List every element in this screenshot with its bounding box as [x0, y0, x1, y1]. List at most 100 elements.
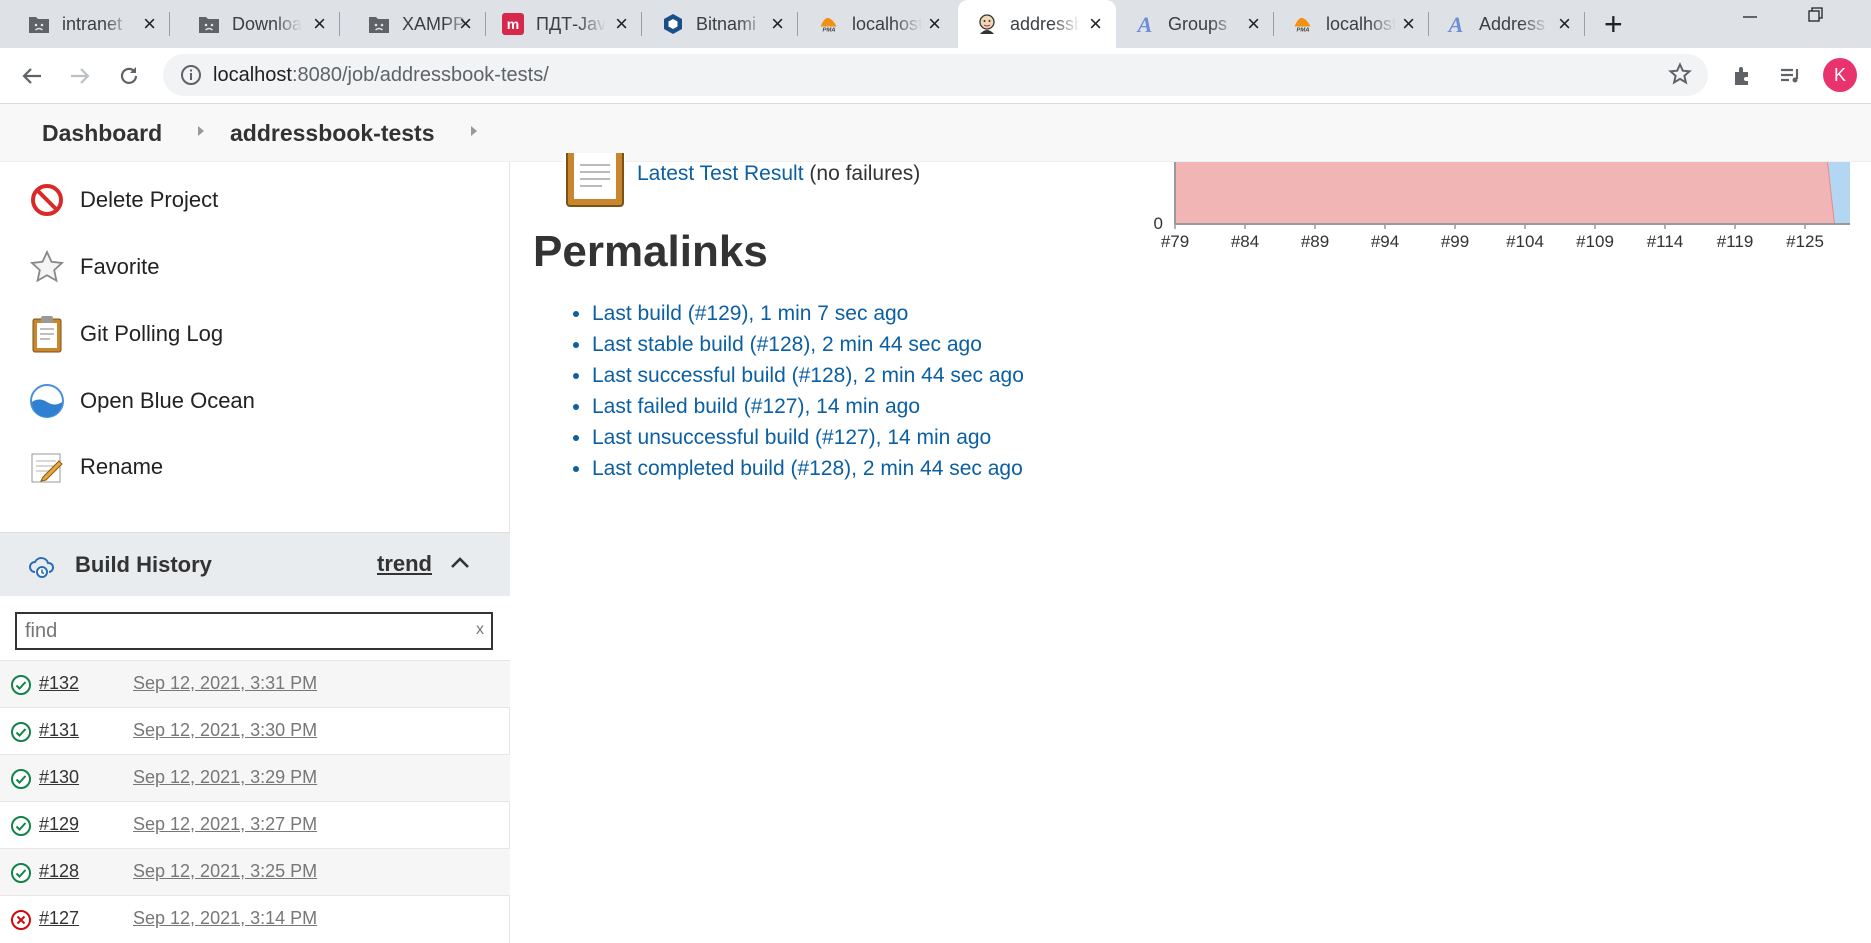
url-text: localhost:8080/job/addressbook-tests/	[213, 64, 549, 86]
task-open-blue-ocean[interactable]: Open Blue Ocean	[28, 381, 255, 421]
list-item: Last stable build (#128), 2 min 44 sec a…	[592, 329, 1024, 360]
browser-tab[interactable]: m ПДТ-Java ×	[486, 0, 642, 48]
build-date-link[interactable]: Sep 12, 2021, 3:27 PM	[133, 814, 317, 835]
find-input[interactable]	[17, 614, 457, 648]
close-tab-icon[interactable]: ×	[928, 13, 941, 35]
clipboard-icon	[563, 142, 625, 213]
clear-search-icon[interactable]: x	[476, 621, 484, 639]
table-row: #130 Sep 12, 2021, 3:29 PM	[0, 754, 510, 801]
close-tab-icon[interactable]: ×	[771, 13, 784, 35]
permalink-last-failed[interactable]: Last failed build (#127), 14 min ago	[592, 395, 920, 418]
list-item: Last unsuccessful build (#127), 14 min a…	[592, 422, 1024, 453]
table-row: #131 Sep 12, 2021, 3:30 PM	[0, 707, 510, 754]
latest-test-result: Latest Test Result (no failures)	[637, 162, 920, 186]
forward-arrow-icon[interactable]	[64, 60, 96, 92]
x-tick-label: #109	[1576, 232, 1614, 251]
build-number-link[interactable]: #132	[39, 673, 79, 694]
permalink-last-stable[interactable]: Last stable build (#128), 2 min 44 sec a…	[592, 333, 982, 356]
mantis-icon: m	[502, 13, 524, 35]
close-tab-icon[interactable]: ×	[1558, 13, 1571, 35]
browser-tab[interactable]: PMA localhost ×	[798, 0, 955, 48]
folder-sad-icon	[368, 13, 390, 35]
permalinks-list: Last build (#129), 1 min 7 sec ago Last …	[592, 298, 1024, 484]
browser-tab[interactable]: PMA localhost ×	[1274, 0, 1429, 48]
close-tab-icon[interactable]: ×	[313, 13, 326, 35]
task-delete-project[interactable]: Delete Project	[28, 180, 218, 220]
task-git-polling-log[interactable]: Git Polling Log	[28, 314, 223, 354]
close-tab-icon[interactable]: ×	[143, 13, 156, 35]
permalink-last-completed[interactable]: Last completed build (#128), 2 min 44 se…	[592, 457, 1023, 480]
extensions-puzzle-icon[interactable]	[1727, 60, 1759, 92]
close-tab-icon[interactable]: ×	[1247, 13, 1260, 35]
minimize-icon[interactable]	[1742, 6, 1758, 29]
breadcrumb-arrow-icon[interactable]	[471, 126, 477, 136]
new-tab-plus-icon[interactable]: +	[1604, 6, 1623, 43]
permalink-last-build[interactable]: Last build (#129), 1 min 7 sec ago	[592, 302, 908, 325]
build-number-link[interactable]: #131	[39, 720, 79, 741]
x-tick-label: #104	[1506, 232, 1544, 251]
info-icon[interactable]	[180, 64, 202, 91]
task-favorite[interactable]: Favorite	[28, 247, 159, 287]
a-icon: A	[1134, 13, 1156, 35]
build-date-link[interactable]: Sep 12, 2021, 3:31 PM	[133, 673, 317, 694]
x-tick-label: #119	[1717, 232, 1754, 251]
x-tick-label: #84	[1231, 232, 1259, 251]
build-number-link[interactable]: #129	[39, 814, 79, 835]
browser-tab[interactable]: Downloads ×	[170, 0, 340, 48]
reload-icon[interactable]	[113, 60, 145, 92]
blue-ocean-icon	[28, 382, 66, 420]
tab-title: ПДТ-Java	[536, 13, 606, 34]
browser-tab-active[interactable]: addressbook ×	[958, 0, 1116, 48]
browser-tab[interactable]: Bitnami ×	[642, 0, 798, 48]
bookmark-star-icon[interactable]	[1668, 62, 1692, 91]
close-tab-icon[interactable]: ×	[615, 13, 628, 35]
browser-tab[interactable]: intranet ×	[0, 0, 170, 48]
x-tick-label: #79	[1161, 232, 1189, 251]
success-check-icon	[10, 768, 32, 795]
build-number-link[interactable]: #128	[39, 861, 79, 882]
build-date-link[interactable]: Sep 12, 2021, 3:25 PM	[133, 861, 317, 882]
chevron-up-icon[interactable]	[450, 555, 470, 574]
breadcrumb-arrow-icon[interactable]	[198, 126, 204, 136]
restore-icon[interactable]	[1808, 6, 1824, 29]
list-item: Last successful build (#128), 2 min 44 s…	[592, 360, 1024, 391]
build-number-link[interactable]: #127	[39, 908, 79, 929]
tab-title: Bitnami	[696, 13, 757, 34]
pma-icon: PMA	[818, 13, 840, 35]
svg-text:A: A	[1447, 13, 1464, 35]
success-check-icon	[10, 721, 32, 748]
browser-tab[interactable]: A Address ×	[1429, 0, 1585, 48]
svg-text:PMA: PMA	[822, 28, 835, 34]
browser-tab[interactable]: XAMPP ×	[340, 0, 486, 48]
cloud-history-icon	[28, 553, 56, 584]
profile-avatar[interactable]: K	[1823, 58, 1857, 92]
build-search: x	[0, 596, 510, 660]
success-check-icon	[10, 862, 32, 889]
tab-title: localhost	[1326, 13, 1396, 34]
build-date-link[interactable]: Sep 12, 2021, 3:14 PM	[133, 908, 317, 929]
address-bar[interactable]: localhost:8080/job/addressbook-tests/	[163, 54, 1708, 96]
svg-text:PMA: PMA	[1296, 28, 1309, 34]
close-tab-icon[interactable]: ×	[1089, 13, 1102, 35]
browser-tab[interactable]: A Groups ×	[1116, 0, 1274, 48]
permalink-last-successful[interactable]: Last successful build (#128), 2 min 44 s…	[592, 364, 1024, 387]
back-arrow-icon[interactable]	[16, 60, 48, 92]
permalinks-title: Permalinks	[533, 227, 768, 276]
media-queue-icon[interactable]	[1774, 60, 1806, 92]
build-history-header: Build History trend	[0, 532, 510, 596]
breadcrumb-job[interactable]: addressbook-tests	[230, 120, 435, 147]
close-tab-icon[interactable]: ×	[1402, 13, 1415, 35]
latest-test-result-link[interactable]: Latest Test Result	[637, 162, 804, 185]
build-date-link[interactable]: Sep 12, 2021, 3:30 PM	[133, 720, 317, 741]
breadcrumb-dashboard[interactable]: Dashboard	[42, 120, 162, 147]
find-field[interactable]: x	[15, 612, 493, 650]
permalink-last-unsuccessful[interactable]: Last unsuccessful build (#127), 14 min a…	[592, 426, 991, 449]
success-check-icon	[10, 674, 32, 701]
x-tick-label: #114	[1647, 232, 1684, 251]
build-number-link[interactable]: #130	[39, 767, 79, 788]
trend-link[interactable]: trend	[377, 551, 432, 577]
build-date-link[interactable]: Sep 12, 2021, 3:29 PM	[133, 767, 317, 788]
notepad-icon	[28, 448, 66, 486]
task-rename[interactable]: Rename	[28, 447, 163, 487]
close-tab-icon[interactable]: ×	[459, 13, 472, 35]
